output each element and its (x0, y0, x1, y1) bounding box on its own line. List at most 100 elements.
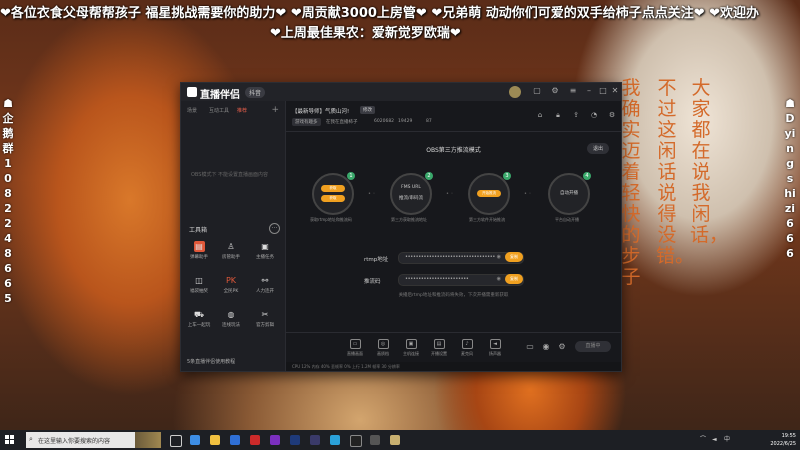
tool-car[interactable]: ⛟ 上车一起玩 (185, 309, 213, 335)
link-icon: ⚯ (261, 276, 269, 285)
photoshop-icon[interactable] (290, 435, 300, 445)
volume-icon[interactable]: ◄ (712, 436, 719, 443)
tool-scissors[interactable]: ✂ 官方剪辑 (251, 309, 279, 335)
step-connector: • ◦ (368, 191, 376, 197)
left-tabs: 场景 互动工具 推荐 + (187, 105, 281, 117)
eye-icon[interactable]: ◉ (497, 254, 501, 260)
host-button[interactable]: ▣ 主机连接 (400, 339, 422, 357)
live-settings-button[interactable]: ▤ 开播设置 (428, 339, 450, 357)
maximize-icon[interactable]: □ (599, 87, 607, 95)
search-placeholder: 在这里输入你要搜索的内容 (38, 438, 111, 445)
screen-button[interactable]: ▭ 直播画面 (344, 339, 366, 357)
tool-task[interactable]: ▣ 主播任务 (251, 241, 279, 267)
network-icon[interactable]: ⌒ (700, 436, 707, 443)
toolbox-title: 工具箱 (189, 227, 208, 234)
add-scene-icon[interactable]: + (271, 105, 279, 115)
settings-icon: ▤ (433, 339, 445, 349)
browser-icon[interactable] (230, 435, 240, 445)
manager-icon: ♙ (227, 242, 235, 251)
best-fan-banner: ❤上周最佳果农：爱新觉罗欧瑞❤ (270, 26, 461, 41)
tab-interact[interactable]: 互动工具 (209, 107, 229, 114)
tool-game[interactable]: ◍ 连线玩法 (217, 309, 245, 335)
scrolling-banner-top: ❤各位衣食父母帮帮孩子 福星挑战需要你的助力❤ ❤周贡献3000上房管❤ ❤兄弟… (0, 6, 760, 21)
step2-desc: 第三方获取推流地址 (391, 217, 427, 222)
step-2: 2 FMS URL 推流/串码流 (390, 172, 433, 215)
app-name: 直播伴侣 (200, 90, 240, 101)
poem-column-1: 大家都在说我闲话， (690, 77, 729, 246)
status-bar: CPU 12% 内存 40% 丢帧率 0% 上行 1.2M 帧率 30 分辨率 (286, 362, 621, 371)
qq-icon[interactable] (330, 435, 340, 445)
minimize-icon[interactable]: – (585, 87, 593, 95)
live-companion-taskbar-icon[interactable] (390, 435, 400, 445)
lock-icon[interactable]: 🔒︎ (554, 111, 562, 119)
ime-icon[interactable]: 中 (724, 436, 731, 443)
mic-icon: ♪ (461, 339, 473, 349)
more-icon[interactable]: ··· (269, 223, 280, 234)
bell-icon[interactable]: ◔ (590, 111, 598, 119)
quality-icon: ◎ (377, 339, 389, 349)
tab-scene[interactable]: 场景 (187, 107, 197, 114)
message-icon[interactable]: ▢ (533, 87, 541, 95)
edge-icon[interactable] (190, 435, 200, 445)
quality-button[interactable]: ◎ 画质档 (372, 339, 394, 357)
windows-taskbar: ⌕ 在这里输入你要搜索的内容 ⌒ ◄ 中 19:55 2022/6/25 (0, 430, 800, 450)
copy-rtmp-button[interactable]: 复制 (505, 252, 523, 262)
tool-pk[interactable]: PK 全民PK (217, 275, 245, 301)
tool-link[interactable]: ⚯ 人力连开 (251, 275, 279, 301)
version-badge: 抖音 (245, 87, 266, 98)
rtmp-label: rtmp地址 (364, 257, 389, 263)
windows-start-icon[interactable] (5, 435, 15, 445)
app-icon-grey[interactable] (370, 435, 380, 445)
gift-icon[interactable]: ⌂ (536, 111, 544, 119)
edit-title-button[interactable]: 修改 (360, 106, 375, 114)
tab-recommend[interactable]: 推荐 (237, 107, 247, 114)
category-tag[interactable]: 游戏有趣多 (292, 118, 321, 126)
copy-key-button[interactable]: 复制 (505, 274, 523, 284)
after-effects-icon[interactable] (310, 435, 320, 445)
rtmp-field[interactable]: •••••••••••••••••••••••••••••••••• ◉ 复制 (398, 252, 524, 264)
gear-icon[interactable]: ⚙ (608, 111, 616, 119)
scissors-icon: ✂ (261, 310, 269, 319)
step1-get-key-button[interactable]: 获取 (321, 195, 345, 202)
poem-column-3: 我确实迈着轻快的步子 (621, 77, 641, 288)
obs-mode-hint: OBS模式下 不能设置直播画面内容 (191, 172, 269, 178)
speaker-button[interactable]: ◄ 扬声器 (484, 339, 506, 357)
eye-icon[interactable]: ◉ (542, 343, 550, 351)
premiere-icon[interactable] (270, 435, 280, 445)
car-icon: ⛟ (193, 310, 205, 319)
taskbar-search[interactable]: ⌕ 在这里输入你要搜索的内容 (26, 432, 161, 448)
file-explorer-icon[interactable] (210, 435, 220, 445)
step1-desc: 获取rtmp地址和推流码 (310, 217, 352, 222)
share-icon[interactable]: ⇪ (572, 111, 580, 119)
close-icon[interactable]: ✕ (611, 87, 619, 95)
tool-lucky-bag[interactable]: ◫ 福袋抽奖 (185, 275, 213, 301)
exit-obs-button[interactable]: 退出 (586, 143, 609, 154)
mic-button[interactable]: ♪ 麦克风 (456, 339, 478, 357)
fans-count: 19429 (398, 119, 413, 124)
menu-icon[interactable]: ≡ (569, 87, 577, 95)
app-icon-red[interactable] (250, 435, 260, 445)
gear-icon[interactable]: ⚙ (558, 343, 566, 351)
host-icon: ▣ (405, 339, 417, 349)
clock-date: 2022/6/25 (770, 441, 796, 447)
step-1: 1 获取 获取 (312, 172, 355, 215)
lucky-bag-icon: ◫ (195, 276, 203, 285)
app-logo-icon (187, 87, 197, 97)
task-view-icon[interactable] (170, 435, 182, 447)
title-bar[interactable]: 直播伴侣 抖音 ▢ ⚙ ≡ – □ ✕ (181, 83, 621, 101)
online-count: 87 (426, 119, 432, 124)
anchor-id: 6020682 (374, 119, 395, 124)
eye-icon[interactable]: ◉ (497, 276, 501, 282)
obs-icon[interactable] (350, 435, 362, 447)
stream-key-field[interactable]: •••••••••••••••••••••••• ◉ 复制 (398, 274, 524, 286)
pk-icon: PK (225, 276, 237, 285)
tutorial-link[interactable]: 5条直播伴侣使用教程 (187, 358, 235, 365)
user-avatar[interactable] (509, 86, 521, 98)
start-live-button[interactable]: 直播中 (575, 341, 611, 352)
clock[interactable]: 19:55 2022/6/25 (770, 432, 796, 448)
tool-danmaku[interactable]: ▤ 弹幕助手 (185, 241, 213, 267)
tool-manager[interactable]: ♙ 房管助手 (217, 241, 245, 267)
camera-icon[interactable]: ▭ (526, 343, 534, 351)
settings-icon[interactable]: ⚙ (551, 87, 559, 95)
step1-get-rtmp-button[interactable]: 获取 (321, 185, 345, 192)
